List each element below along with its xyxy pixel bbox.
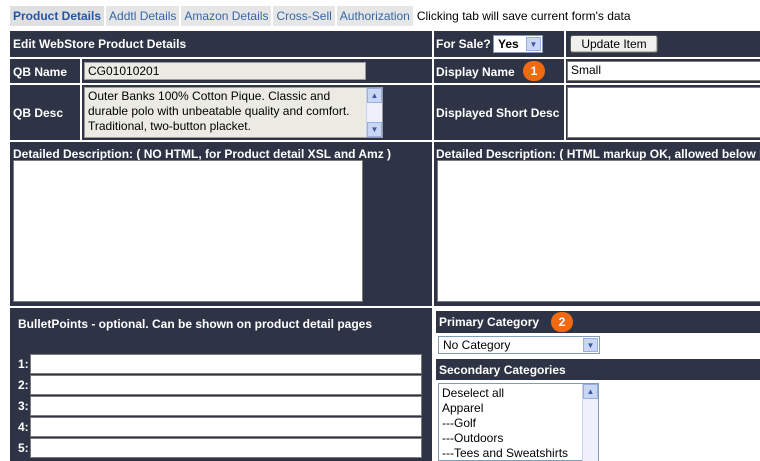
list-item[interactable]: Apparel [439, 401, 598, 416]
bulletpoints-header: BulletPoints - optional. Can be shown on… [18, 317, 373, 331]
bullet-input-2[interactable] [30, 375, 422, 395]
list-item[interactable]: ---Golf [439, 416, 598, 431]
bullet-row-3: 3: [18, 396, 422, 416]
qb-desc-textarea[interactable]: Outer Banks 100% Cotton Pique. Classic a… [84, 87, 383, 138]
primary-category-select[interactable]: No Category ▼ [438, 336, 600, 354]
detailed-desc-right-textarea[interactable] [437, 160, 760, 302]
secondary-categories-label: Secondary Categories [439, 363, 566, 377]
qb-desc-scrollbar[interactable]: ▲ ▼ [366, 88, 382, 137]
secondary-categories-header: Secondary Categories [436, 359, 760, 380]
bullet-row-5: 5: [18, 438, 422, 458]
chevron-down-icon[interactable]: ▼ [526, 37, 541, 51]
bullet-number: 1: [18, 357, 29, 371]
qb-name-label: QB Name [13, 65, 68, 79]
tab-authorization[interactable]: Authorization [336, 6, 413, 26]
scroll-down-arrow-icon[interactable]: ▼ [367, 122, 382, 137]
list-item[interactable]: ---Outdoors [439, 431, 598, 446]
bullet-row-4: 4: [18, 417, 422, 437]
bullet-input-1[interactable] [30, 354, 422, 374]
for-sale-label: For Sale? [436, 37, 491, 51]
bullet-input-4[interactable] [30, 417, 422, 437]
bullet-number: 2: [18, 378, 29, 392]
qb-desc-label-cell: QB Desc [10, 85, 80, 140]
bullet-number: 5: [18, 441, 29, 455]
tab-amazon-details[interactable]: Amazon Details [181, 6, 272, 26]
qb-name-input[interactable]: CG01010201 [84, 62, 366, 80]
update-item-button[interactable]: Update Item [570, 35, 658, 53]
scroll-up-arrow-icon[interactable]: ▲ [367, 88, 382, 103]
chevron-down-icon[interactable]: ▼ [583, 338, 598, 352]
bullet-number: 3: [18, 399, 29, 413]
primary-category-value: No Category [443, 338, 511, 352]
callout-badge-1: 1 [523, 61, 545, 81]
for-sale-select[interactable]: Yes ▼ [493, 35, 543, 53]
bullet-number: 4: [18, 420, 29, 434]
bullet-row-1: 1: [18, 354, 422, 374]
bullet-input-3[interactable] [30, 396, 422, 416]
secondary-categories-listbox[interactable]: Deselect all Apparel ---Golf ---Outdoors… [438, 383, 599, 461]
callout-badge-2: 2 [551, 312, 573, 332]
primary-category-label: Primary Category [439, 315, 540, 329]
for-sale-value: Yes [498, 37, 519, 51]
detailed-desc-right-label: Detailed Description: ( HTML markup OK, … [436, 147, 760, 161]
display-name-label: Display Name [436, 65, 515, 79]
edit-header-title: Edit WebStore Product Details [13, 37, 187, 51]
list-item[interactable]: Deselect all [439, 386, 598, 401]
display-name-input[interactable]: Small [567, 61, 760, 81]
secondary-categories-scrollbar[interactable]: ▲ [582, 384, 598, 461]
tab-addtl-details[interactable]: Addtl Details [106, 6, 180, 26]
scroll-up-arrow-icon[interactable]: ▲ [583, 384, 598, 399]
detailed-desc-left-textarea[interactable] [13, 160, 363, 302]
qb-desc-label: QB Desc [13, 106, 64, 120]
detailed-desc-left-label: Detailed Description: ( NO HTML, for Pro… [13, 147, 392, 161]
tab-bar: Product Details Addtl Details Amazon Det… [10, 6, 631, 26]
short-desc-textarea[interactable] [567, 87, 760, 138]
list-item[interactable]: ---Tees and Sweatshirts [439, 446, 598, 460]
bullet-input-5[interactable] [30, 438, 422, 458]
short-desc-label-cell: Displayed Short Desc [434, 85, 564, 140]
tab-product-details[interactable]: Product Details [10, 6, 105, 26]
bullet-row-2: 2: [18, 375, 422, 395]
tab-cross-sell[interactable]: Cross-Sell [273, 6, 335, 26]
qb-name-label-cell: QB Name [10, 59, 80, 83]
primary-category-header: Primary Category [436, 311, 760, 333]
edit-header-panel: Edit WebStore Product Details [10, 31, 432, 57]
short-desc-label: Displayed Short Desc [436, 106, 560, 120]
tab-save-note: Clicking tab will save current form's da… [416, 9, 631, 23]
